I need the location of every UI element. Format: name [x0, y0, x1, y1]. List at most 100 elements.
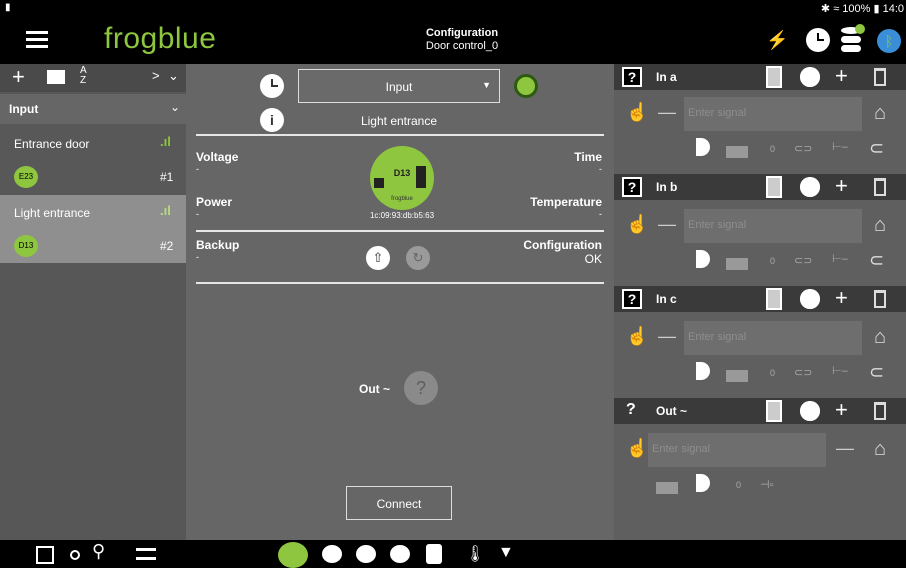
- connector-icon: ⊢‒: [832, 141, 848, 153]
- backup-label: Backup: [196, 238, 240, 252]
- restore-icon[interactable]: ↻: [406, 246, 430, 270]
- chevron-right-icon[interactable]: >: [152, 68, 160, 83]
- signal-input[interactable]: Enter signal: [684, 209, 862, 243]
- device-icon[interactable]: [766, 400, 782, 422]
- edit-icon[interactable]: [47, 70, 65, 84]
- device-chip-image: D13 frogblue: [370, 146, 434, 210]
- motion-tab-icon[interactable]: [322, 545, 342, 563]
- square-icon[interactable]: [36, 546, 54, 564]
- blind-tab-icon[interactable]: [390, 545, 410, 563]
- block-icon: [656, 482, 678, 494]
- minus-icon[interactable]: —: [658, 102, 676, 123]
- device-icon[interactable]: [766, 66, 782, 88]
- mode-select[interactable]: Input ▼: [298, 69, 500, 103]
- add-icon[interactable]: +: [12, 64, 25, 90]
- output-help-icon[interactable]: ?: [626, 401, 636, 419]
- link-icon: ⊂⊃: [794, 255, 813, 267]
- menu-icon[interactable]: [26, 31, 48, 48]
- device-item-entrance-door[interactable]: Entrance door .ıl E23 #1: [0, 126, 186, 194]
- chevron-down-icon: ⌄: [170, 100, 181, 114]
- toggle-icon[interactable]: ⊂: [869, 250, 884, 271]
- device-number: #1: [160, 170, 174, 184]
- settings-icon[interactable]: [800, 401, 820, 421]
- minus-icon[interactable]: —: [658, 214, 676, 235]
- home-icon[interactable]: ⌂: [874, 438, 886, 461]
- bottom-toolbar: ⚲ 🌡 ▼: [0, 540, 906, 568]
- and-gate-icon: [696, 250, 710, 268]
- channels-panel: ? In a + ☝ — Enter signal ⌂ 0 ⊂⊃ ⊢‒ ⊂ ? …: [614, 64, 906, 540]
- clock-icon[interactable]: [806, 28, 830, 52]
- block-icon: [726, 258, 748, 270]
- device-number: #2: [160, 239, 174, 253]
- time-label: Time: [574, 150, 602, 164]
- help-icon[interactable]: ?: [622, 67, 642, 87]
- chevron-down-icon[interactable]: ⌄: [168, 68, 179, 84]
- door-control-tab-icon[interactable]: [278, 542, 308, 568]
- home-icon[interactable]: ⌂: [874, 102, 886, 125]
- database-icon[interactable]: [841, 24, 865, 53]
- delete-icon[interactable]: [874, 402, 886, 420]
- signal-input[interactable]: Enter signal: [684, 97, 862, 131]
- radar-icon[interactable]: [514, 74, 538, 98]
- delete-icon[interactable]: [874, 290, 886, 308]
- clock-icon[interactable]: [260, 74, 284, 98]
- help-icon[interactable]: ?: [622, 289, 642, 309]
- input-category-header[interactable]: Input ⌄: [0, 94, 186, 124]
- help-icon[interactable]: ?: [622, 177, 642, 197]
- thermometer-tab-icon[interactable]: 🌡: [465, 544, 485, 564]
- light-tab-icon[interactable]: [356, 545, 376, 563]
- add-icon[interactable]: +: [835, 287, 848, 309]
- device-name-label: Light entrance: [360, 114, 438, 128]
- home-icon[interactable]: ⌂: [874, 326, 886, 349]
- chip-brand: frogblue: [391, 196, 413, 202]
- device-icon[interactable]: [766, 288, 782, 310]
- settings-icon[interactable]: [800, 177, 820, 197]
- bluetooth-icon[interactable]: ᛒ: [877, 29, 901, 53]
- search-icon[interactable]: ⚲: [92, 541, 105, 562]
- link-icon: ⊂⊃: [794, 367, 813, 379]
- signal-input[interactable]: Enter signal: [648, 433, 826, 467]
- device-badge: E23: [14, 166, 38, 188]
- channel-label: In c: [656, 292, 677, 306]
- backup-upload-icon[interactable]: ⇧: [366, 246, 390, 270]
- circle-icon[interactable]: [70, 550, 80, 560]
- minus-icon[interactable]: —: [836, 438, 854, 459]
- configuration-value: OK: [584, 252, 602, 266]
- add-icon[interactable]: +: [835, 399, 848, 421]
- info-icon[interactable]: i: [260, 108, 284, 132]
- channel-value: 0: [770, 368, 776, 378]
- delete-icon[interactable]: [874, 68, 886, 86]
- signal-input[interactable]: Enter signal: [684, 321, 862, 355]
- sort-az-icon[interactable]: AZ: [80, 66, 87, 86]
- connect-button[interactable]: Connect: [346, 486, 452, 520]
- touch-icon[interactable]: ☝: [626, 214, 648, 235]
- divider: [196, 134, 604, 136]
- signal-strength-icon: .ıl: [160, 203, 171, 218]
- toggle-icon[interactable]: ⊂: [869, 362, 884, 383]
- list-icon[interactable]: [136, 548, 156, 560]
- home-icon[interactable]: ⌂: [874, 214, 886, 237]
- add-icon[interactable]: +: [835, 175, 848, 197]
- temperature-value: -: [599, 209, 602, 219]
- device-icon[interactable]: [766, 176, 782, 198]
- dropdown-arrow-icon: ▼: [482, 80, 491, 90]
- chip-label: D13: [393, 168, 411, 178]
- channel-label: Out ~: [656, 404, 688, 418]
- touch-icon[interactable]: ☝: [626, 102, 648, 123]
- device-item-light-entrance[interactable]: Light entrance .ıl D13 #2: [0, 195, 186, 263]
- toggle-icon[interactable]: ⊂: [869, 138, 884, 159]
- settings-icon[interactable]: [800, 289, 820, 309]
- wand-icon[interactable]: ⚡: [766, 31, 788, 49]
- mac-address: 1c:09:93:db:b5:63: [369, 211, 435, 220]
- touch-icon[interactable]: ☝: [626, 438, 648, 459]
- add-icon[interactable]: +: [835, 65, 848, 87]
- lamp-tab-icon[interactable]: ▼: [498, 544, 514, 562]
- person-tab-icon[interactable]: [426, 544, 442, 564]
- power-value: -: [196, 209, 199, 219]
- delete-icon[interactable]: [874, 178, 886, 196]
- touch-icon[interactable]: ☝: [626, 326, 648, 347]
- device-list-panel: + AZ > ⌄ Input ⌄ Entrance door .ıl E23 #…: [0, 64, 186, 540]
- unknown-state-icon[interactable]: ?: [404, 371, 438, 405]
- settings-icon[interactable]: [800, 67, 820, 87]
- minus-icon[interactable]: —: [658, 326, 676, 347]
